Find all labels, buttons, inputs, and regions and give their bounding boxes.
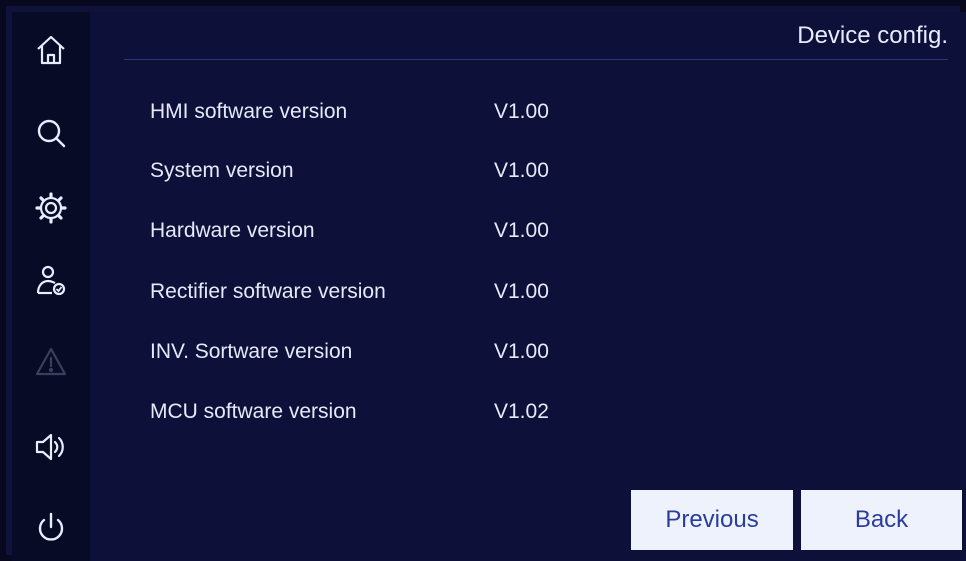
version-label: MCU software version: [150, 400, 357, 423]
home-button[interactable]: [12, 22, 90, 78]
version-value: V1.00: [494, 219, 549, 242]
version-label: Rectifier software version: [150, 280, 386, 303]
title-divider: [124, 59, 948, 60]
home-icon: [37, 35, 65, 65]
version-value: V1.00: [494, 340, 549, 363]
search-button[interactable]: [12, 105, 90, 161]
sound-button[interactable]: [12, 419, 90, 475]
version-row: MCU software version V1.02: [150, 400, 650, 430]
version-value: V1.00: [494, 280, 549, 303]
version-label: Hardware version: [150, 219, 315, 242]
version-row: HMI software version V1.00: [150, 100, 650, 130]
version-value: V1.00: [494, 100, 549, 123]
version-value: V1.02: [494, 400, 549, 423]
gear-icon: [35, 192, 67, 224]
hmi-screen: Device config. HMI software version V1.0…: [0, 0, 966, 561]
sidebar: [12, 12, 90, 561]
back-button[interactable]: Back: [801, 490, 962, 550]
search-icon: [37, 119, 66, 148]
version-label: System version: [150, 159, 294, 182]
user-check-icon: [36, 265, 66, 296]
user-button[interactable]: [12, 252, 90, 308]
settings-button[interactable]: [12, 180, 90, 236]
version-row: INV. Sortware version V1.00: [150, 340, 650, 370]
power-icon: [38, 512, 64, 541]
version-row: Hardware version V1.00: [150, 219, 650, 249]
version-label: INV. Sortware version: [150, 340, 353, 363]
version-row: System version V1.00: [150, 159, 650, 189]
version-label: HMI software version: [150, 100, 348, 123]
version-value: V1.00: [494, 159, 549, 182]
version-row: Rectifier software version V1.00: [150, 280, 650, 310]
power-button[interactable]: [12, 500, 90, 556]
main-panel: Device config. HMI software version V1.0…: [90, 12, 966, 561]
alarm-button[interactable]: [12, 334, 90, 390]
speaker-icon: [35, 433, 64, 461]
warning-icon: [35, 347, 67, 376]
previous-button[interactable]: Previous: [631, 490, 793, 550]
page-title: Device config.: [797, 22, 948, 49]
